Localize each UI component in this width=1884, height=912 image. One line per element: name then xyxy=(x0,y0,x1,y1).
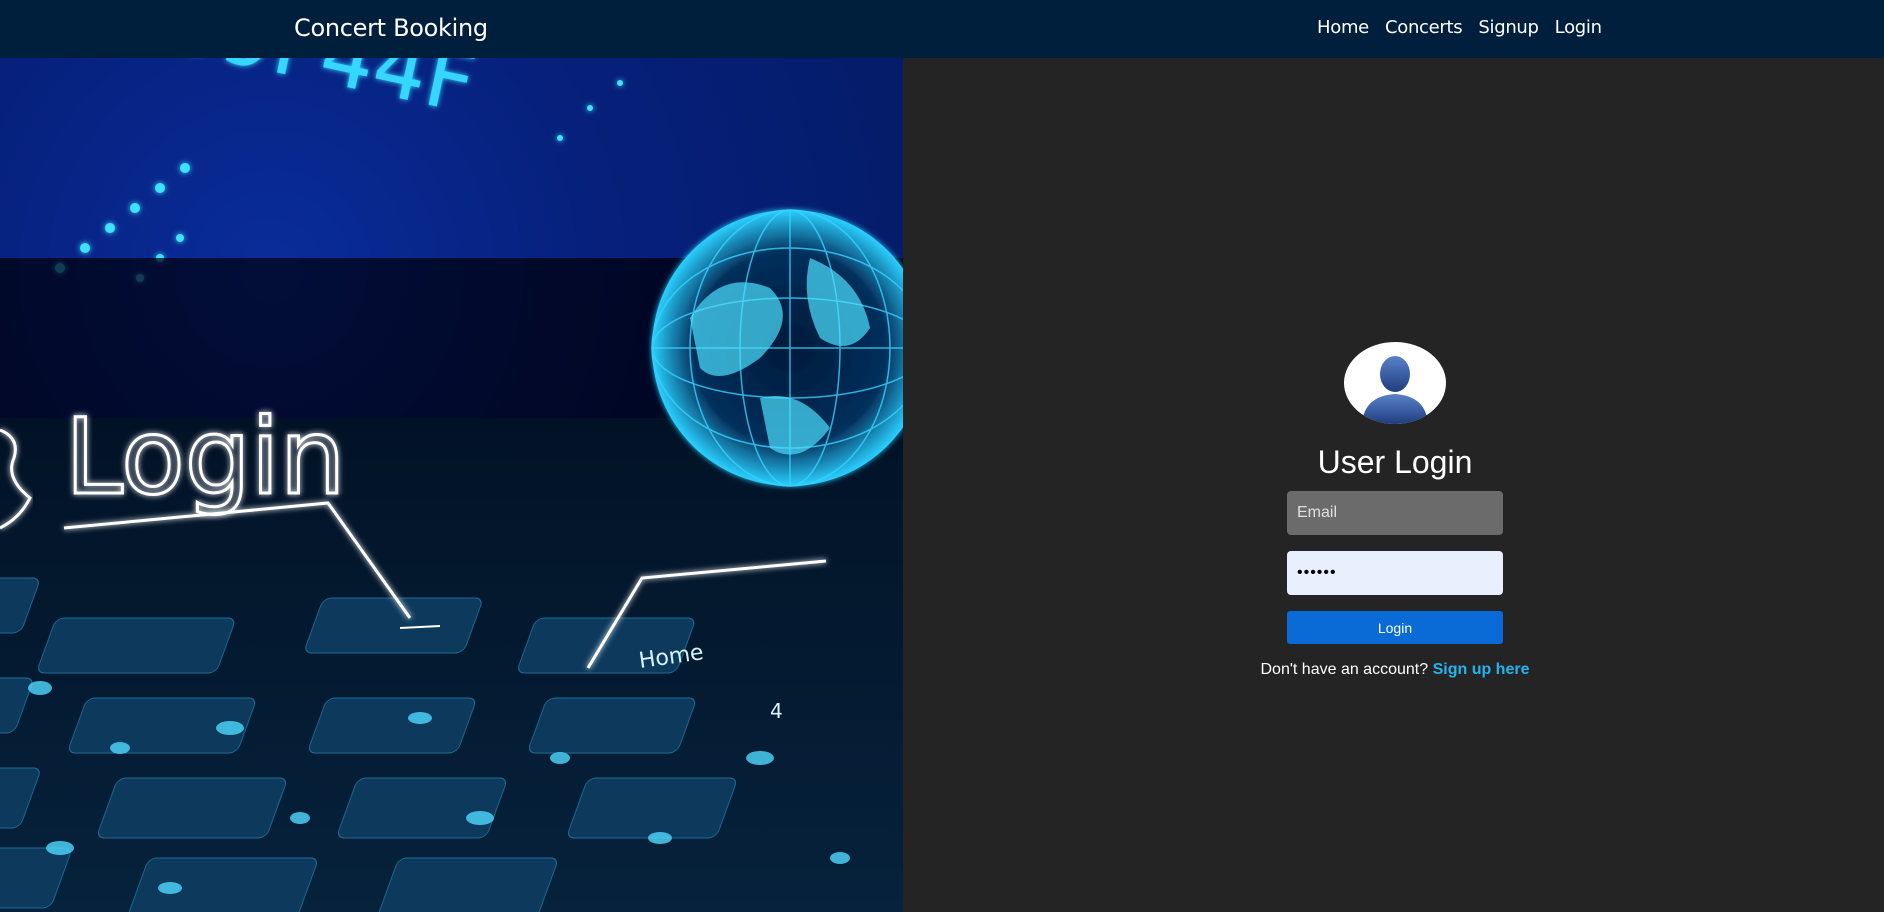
navbar: Concert Booking Home Concerts Signup Log… xyxy=(0,0,1884,58)
signup-prompt: Don't have an account? Sign up here xyxy=(1261,661,1530,679)
brand-link[interactable]: Concert Booking xyxy=(294,14,488,42)
user-silhouette-icon xyxy=(1362,356,1428,424)
nav-links: Home Concerts Signup Login xyxy=(1317,17,1602,38)
email-input[interactable] xyxy=(1287,491,1503,535)
signup-link[interactable]: Sign up here xyxy=(1433,661,1530,678)
password-input[interactable] xyxy=(1287,551,1503,595)
hero-login-text: Login xyxy=(65,396,346,518)
key-label-4: 4 xyxy=(770,699,783,723)
login-button[interactable]: Login xyxy=(1287,611,1503,644)
nav-concerts-link[interactable]: Concerts xyxy=(1385,17,1463,38)
user-avatar-icon xyxy=(1344,342,1446,424)
signup-prompt-text: Don't have an account? xyxy=(1260,661,1429,678)
nav-login-link[interactable]: Login xyxy=(1555,17,1602,38)
hero-image: CB9F44F xyxy=(0,58,903,912)
nav-home-link[interactable]: Home xyxy=(1317,17,1369,38)
login-form: User Login Login Don't have an account? … xyxy=(1250,342,1540,679)
login-title: User Login xyxy=(1317,444,1473,480)
hero-illustration: CB9F44F xyxy=(0,58,903,912)
nav-signup-link[interactable]: Signup xyxy=(1478,17,1539,38)
